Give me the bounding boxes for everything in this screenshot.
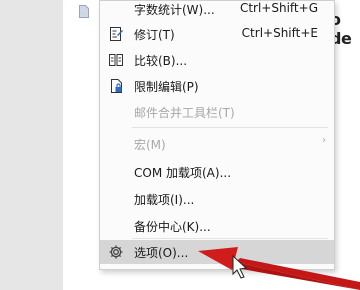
menu-item-word-count[interactable]: 字数统计(W)... Ctrl+Shift+G [100,0,334,21]
gear-icon [109,245,123,259]
menu-separator [132,238,328,239]
menu-item-label: 字数统计(W)... [134,3,215,17]
menu-item-backup-center[interactable]: 备份中心(K)... [100,214,334,238]
left-margin-area [0,0,63,290]
menu-item-shortcut: Ctrl+Shift+G [239,1,318,15]
tools-dropdown-menu: 字数统计(W)... Ctrl+Shift+G 修订(T) Ctrl+Shift… [99,0,335,270]
submenu-arrow-icon: › [322,135,326,146]
menu-separator [132,127,328,128]
menu-item-options[interactable]: 选项(O)... [100,240,334,264]
document-icon [79,5,89,18]
menu-item-com-addins[interactable]: COM 加载项(A)... [100,160,334,184]
menu-item-label: COM 加载项(A)... [134,166,232,180]
menu-item-label: 备份中心(K)... [134,220,211,234]
menu-item-track-changes[interactable]: 修订(T) Ctrl+Shift+E [100,22,334,46]
menu-item-label: 修订(T) [134,28,175,42]
menu-item-label: 限制编辑(P) [134,80,199,94]
menu-item-addins[interactable]: 加载项(I)... [100,187,334,211]
menu-item-label: 邮件合并工具栏(T) [134,106,235,120]
menu-item-label: 宏(M) [134,138,166,152]
menu-item-label: 加载项(I)... [134,193,195,207]
menu-item-compare[interactable]: 比较(B)... [100,48,334,72]
restrict-editing-icon [111,79,122,93]
menu-item-label: 选项(O)... [134,246,189,260]
menu-item-shortcut: Ctrl+Shift+E [241,26,318,40]
menu-item-label: 比较(B)... [134,54,188,68]
compare-icon [109,54,123,66]
menu-item-restrict-editing[interactable]: 限制编辑(P) [100,74,334,98]
menu-item-macro: 宏(M) › [100,132,334,156]
track-changes-icon [110,27,123,41]
menu-item-mail-merge-toolbar: 邮件合并工具栏(T) [100,100,334,124]
